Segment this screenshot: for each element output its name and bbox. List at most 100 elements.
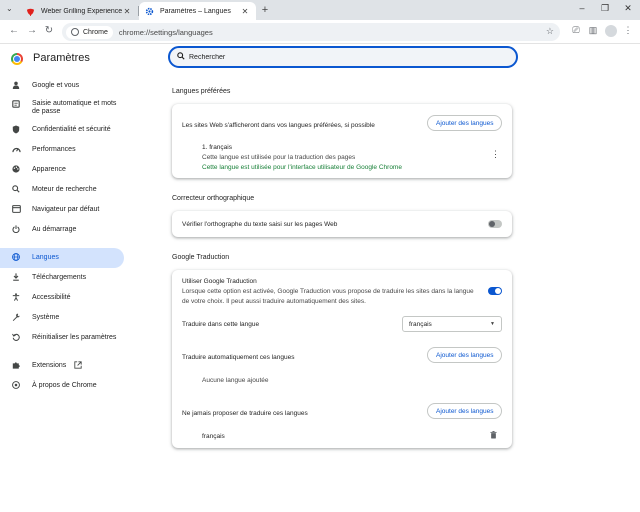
speedometer-icon bbox=[11, 145, 21, 155]
external-link-icon bbox=[74, 361, 82, 371]
sidebar-item-privacy[interactable]: Confidentialité et sécurité bbox=[0, 124, 124, 136]
search-input[interactable] bbox=[189, 53, 489, 61]
languages-card: Les sites Web s'afficheront dans vos lan… bbox=[172, 104, 512, 178]
close-tab-icon[interactable]: ✕ bbox=[240, 7, 250, 16]
reset-icon bbox=[11, 333, 21, 343]
section-title-translate: Google Traduction bbox=[172, 254, 230, 261]
side-panel-icon[interactable]: ▥ bbox=[587, 25, 599, 36]
dropdown-arrow-icon: ▼ bbox=[490, 321, 495, 327]
sidebar-item-default-browser[interactable]: Navigateur par défaut bbox=[0, 204, 124, 216]
select-value: français bbox=[409, 320, 432, 328]
forward-icon[interactable]: → bbox=[26, 25, 38, 36]
sidebar-item-autofill[interactable]: Saisie automatique et mots de passe bbox=[0, 97, 124, 119]
autofill-icon bbox=[11, 100, 21, 110]
sidebar-item-label: Réinitialiser les paramètres bbox=[32, 334, 117, 341]
power-icon bbox=[11, 225, 21, 235]
sidebar-item-label: Moteur de recherche bbox=[32, 186, 97, 193]
palette-icon bbox=[11, 165, 21, 175]
browser-toolbar: ← → ↻ Chrome chrome://settings/languages… bbox=[0, 20, 640, 44]
sidebar-item-performance[interactable]: Performances bbox=[0, 144, 124, 156]
translate-use-desc-2: de votre choix. Il peut aussi traduire a… bbox=[182, 298, 366, 305]
chrome-icon bbox=[71, 28, 79, 36]
sidebar-item-google[interactable]: Google et vous bbox=[0, 80, 124, 92]
browser-window-icon bbox=[11, 205, 21, 215]
translate-card: Utiliser Google Traduction Lorsque cette… bbox=[172, 270, 512, 448]
weber-favicon-icon bbox=[26, 7, 35, 16]
shield-icon bbox=[11, 125, 21, 136]
sidebar-item-extensions[interactable]: Extensions bbox=[0, 360, 124, 372]
search-icon bbox=[11, 185, 21, 195]
settings-search[interactable] bbox=[168, 46, 518, 68]
reload-icon[interactable]: ↻ bbox=[43, 25, 55, 36]
tab-weber[interactable]: Weber Grilling Experience ✕ bbox=[20, 2, 138, 20]
page-title: Paramètres bbox=[33, 52, 90, 64]
spellcheck-card: Vérifier l'orthographe du texte saisi su… bbox=[172, 211, 512, 237]
tab-settings[interactable]: Paramètres – Langues ✕ bbox=[139, 2, 256, 20]
sidebar-item-label: Langues bbox=[32, 254, 59, 261]
menu-kebab-icon[interactable]: ⋮ bbox=[622, 25, 634, 36]
sidebar-item-search-engine[interactable]: Moteur de recherche bbox=[0, 184, 124, 196]
maximize-icon[interactable]: ❐ bbox=[599, 3, 611, 14]
sidebar-item-languages[interactable]: Langues bbox=[0, 248, 124, 268]
sidebar-item-label: Système bbox=[32, 314, 60, 321]
add-languages-button[interactable]: Ajouter des langues bbox=[427, 115, 503, 131]
sidebar-item-downloads[interactable]: Téléchargements bbox=[0, 272, 124, 284]
address-bar[interactable]: Chrome chrome://settings/languages ☆ bbox=[62, 23, 560, 41]
bookmark-star-icon[interactable]: ☆ bbox=[546, 26, 554, 37]
languages-description: Les sites Web s'afficheront dans vos lan… bbox=[182, 122, 375, 129]
puzzle-icon bbox=[11, 361, 21, 371]
minimize-icon[interactable]: – bbox=[576, 3, 588, 13]
spellcheck-label: Vérifier l'orthographe du texte saisi su… bbox=[182, 221, 338, 228]
new-tab-icon[interactable]: + bbox=[259, 4, 271, 16]
settings-header: Paramètres bbox=[0, 44, 640, 74]
back-icon[interactable]: ← bbox=[8, 25, 20, 36]
cast-icon[interactable]: ⎚ bbox=[570, 25, 582, 36]
translate-target-label: Traduire dans cette langue bbox=[182, 321, 260, 328]
spellcheck-toggle[interactable] bbox=[488, 220, 502, 228]
sidebar-item-label: Performances bbox=[32, 146, 76, 153]
sidebar-item-about[interactable]: À propos de Chrome bbox=[0, 380, 124, 392]
search-icon bbox=[177, 52, 185, 62]
person-icon bbox=[11, 81, 21, 91]
url-text: chrome://settings/languages bbox=[118, 27, 213, 37]
section-title-languages: Langues préférées bbox=[172, 88, 231, 95]
language-entry-ui-note: Cette langue est utilisée pour l'interfa… bbox=[202, 164, 402, 171]
more-actions-icon[interactable]: ⋮ bbox=[491, 150, 500, 159]
sidebar-item-label: À propos de Chrome bbox=[32, 382, 97, 389]
sidebar-item-reset[interactable]: Réinitialiser les paramètres bbox=[0, 332, 124, 344]
section-title-spellcheck: Correcteur orthographique bbox=[172, 195, 255, 202]
translate-use-title: Utiliser Google Traduction bbox=[182, 278, 257, 285]
close-window-icon[interactable]: ✕ bbox=[622, 3, 634, 14]
sidebar-item-label: Extensions bbox=[32, 362, 67, 369]
never-translate-add-button[interactable]: Ajouter des langues bbox=[427, 403, 503, 419]
site-info-chip[interactable]: Chrome bbox=[66, 25, 113, 39]
wrench-icon bbox=[11, 313, 21, 323]
toggle-knob bbox=[495, 288, 501, 294]
translate-target-select[interactable]: français ▼ bbox=[402, 316, 502, 332]
never-translate-label: Ne jamais proposer de traduire ces langu… bbox=[182, 410, 308, 417]
translate-use-desc-1: Lorsque cette option est activée, Google… bbox=[182, 288, 474, 295]
sidebar-item-label: Téléchargements bbox=[32, 274, 87, 281]
accessibility-icon bbox=[11, 293, 21, 303]
chrome-logo-icon bbox=[11, 53, 23, 65]
sidebar-item-system[interactable]: Système bbox=[0, 312, 124, 324]
sidebar-item-startup[interactable]: Au démarrage bbox=[0, 224, 124, 236]
never-translate-item: français bbox=[202, 433, 225, 440]
chip-label: Chrome bbox=[83, 28, 108, 36]
chrome-icon bbox=[11, 381, 21, 391]
tab-search-icon[interactable]: ⌄ bbox=[6, 4, 13, 13]
trash-icon[interactable] bbox=[490, 431, 497, 441]
sidebar-item-label: Google et vous bbox=[32, 82, 80, 89]
tab-strip: ⌄ Weber Grilling Experience ✕ Paramètres… bbox=[0, 0, 640, 20]
download-icon bbox=[11, 273, 21, 283]
toggle-knob bbox=[489, 221, 495, 227]
profile-avatar[interactable] bbox=[605, 25, 617, 37]
sidebar-item-accessibility[interactable]: Accessibilité bbox=[0, 292, 124, 304]
language-entry-name: 1. français bbox=[202, 144, 232, 151]
close-tab-icon[interactable]: ✕ bbox=[122, 7, 132, 16]
auto-translate-label: Traduire automatiquement ces langues bbox=[182, 354, 295, 361]
translate-toggle[interactable] bbox=[488, 287, 502, 295]
language-entry-translate-note: Cette langue est utilisée pour la traduc… bbox=[202, 154, 356, 161]
auto-translate-add-button[interactable]: Ajouter des langues bbox=[427, 347, 503, 363]
sidebar-item-appearance[interactable]: Apparence bbox=[0, 164, 124, 176]
